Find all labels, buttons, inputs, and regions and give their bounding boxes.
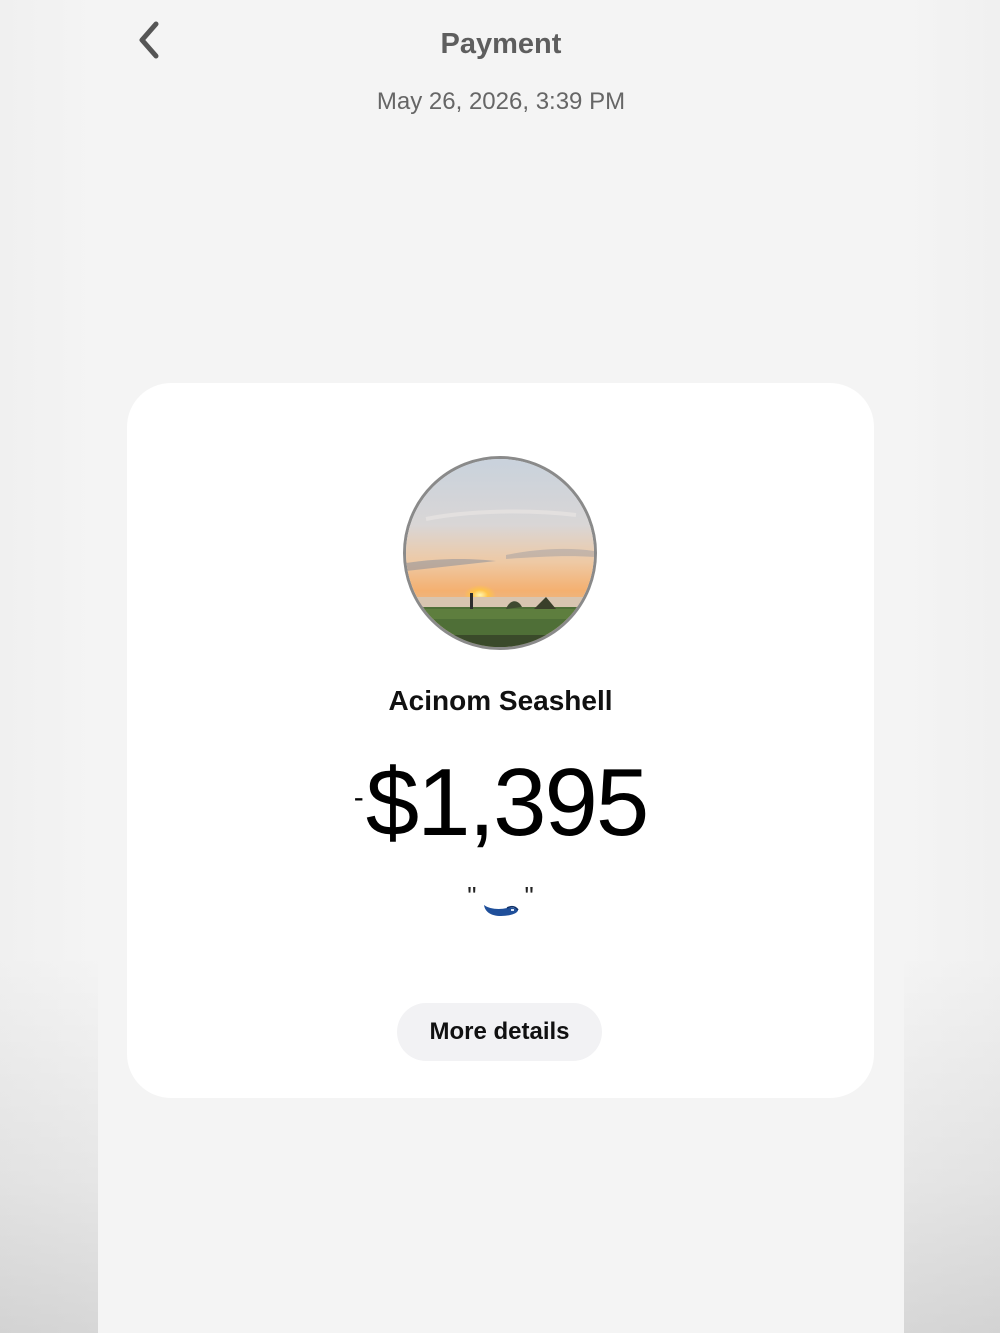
- shoe-icon: [481, 895, 521, 926]
- right-background: [902, 0, 1000, 1333]
- page-title: Payment: [440, 28, 562, 60]
- payment-card: Acinom Seashell - $1,395 " " More detail…: [127, 383, 874, 1098]
- avatar-sunset-image: [406, 459, 594, 647]
- avatar[interactable]: [403, 456, 597, 650]
- note-open-quote: ": [467, 881, 477, 911]
- payment-screen: Payment May 26, 2026, 3:39 PM Acinom Sea…: [98, 0, 904, 1333]
- more-details-button[interactable]: More details: [397, 1003, 602, 1061]
- amount-value: $1,395: [365, 749, 650, 856]
- recipient-name: Acinom Seashell: [388, 685, 613, 716]
- payment-note: " ": [127, 883, 874, 926]
- note-close-quote: ": [524, 881, 534, 911]
- transaction-date: May 26, 2026, 3:39 PM: [376, 88, 626, 115]
- amount-sign: -: [353, 781, 364, 814]
- amount: - $1,395: [127, 755, 874, 851]
- left-background: [0, 0, 98, 1333]
